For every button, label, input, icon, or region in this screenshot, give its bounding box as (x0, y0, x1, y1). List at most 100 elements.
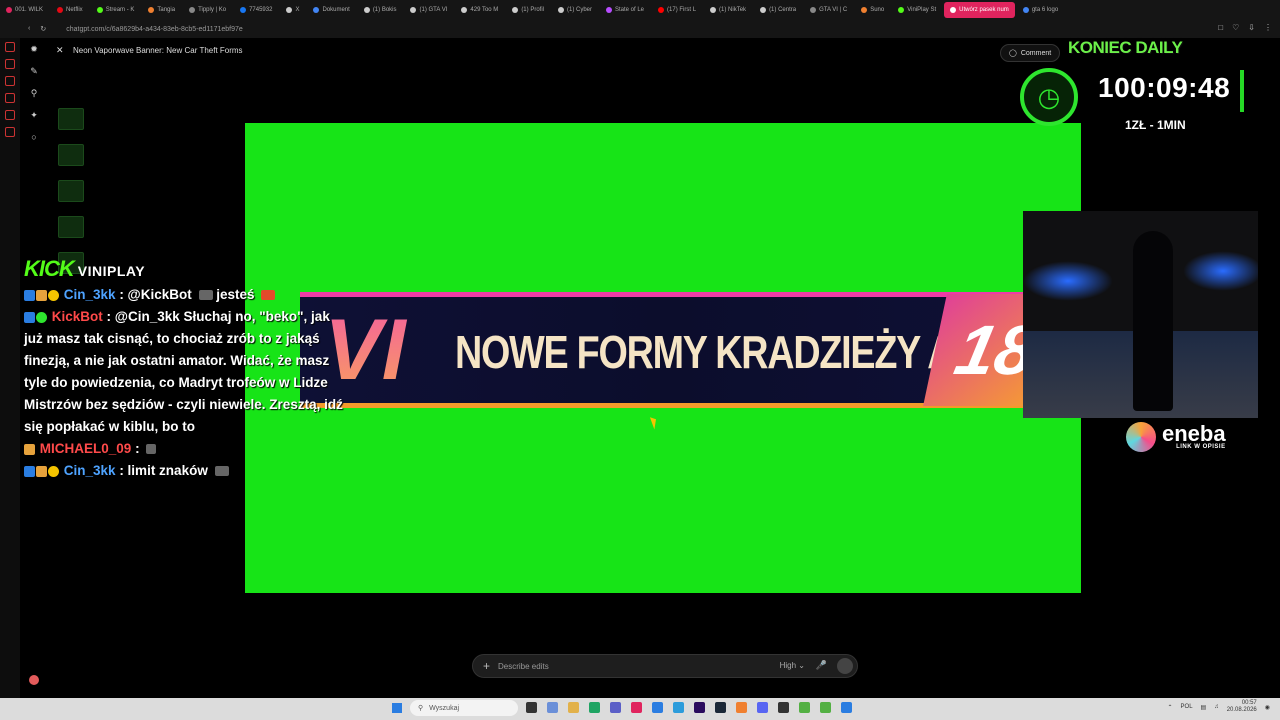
tab-favicon-icon (557, 7, 564, 13)
browser-tab[interactable]: Netflix (51, 2, 89, 18)
browser-side-rail (0, 38, 20, 702)
sponsor-logo: eneba LINK W OPISIE (1126, 422, 1226, 452)
edit-composer[interactable]: + Describe edits High ⌄ 🎤 (472, 654, 858, 678)
app-icon[interactable] (778, 702, 789, 713)
rail-app-icon[interactable] (5, 110, 15, 120)
thumbnail[interactable] (58, 180, 84, 202)
overlay-top-text: KONIEC DAILY (1068, 38, 1183, 57)
browser-tab[interactable]: Dokument (307, 2, 355, 18)
new-chat-icon[interactable]: ✎ (30, 66, 38, 77)
clock[interactable]: 00:57 20.08.2026 (1227, 700, 1257, 714)
app-icon[interactable] (820, 702, 831, 713)
app-icon[interactable] (547, 702, 558, 713)
chat-username: MICHAEL0_09 (39, 441, 132, 456)
back-icon[interactable]: ‹ (28, 25, 30, 33)
tab-label: Tangia (157, 7, 176, 13)
badge-icon (24, 289, 35, 301)
thumbnail[interactable] (58, 216, 84, 238)
search-icon[interactable]: ⚲ (31, 88, 38, 99)
browser-tab[interactable]: X (280, 2, 305, 18)
app-icon[interactable] (673, 702, 684, 713)
chat-message: KickBot : @Cin_3kk Słuchaj no, "beko", j… (24, 309, 343, 434)
banner-title: NOWE FORMY KRADZIEŻY AUTA (455, 326, 1026, 378)
download-icon[interactable]: ⇩ (1248, 23, 1255, 32)
taskbar-search[interactable]: ⚲ Wyszukaj (410, 700, 518, 716)
rail-app-icon[interactable] (5, 76, 15, 86)
tab-label: ViniPlay St (907, 7, 937, 13)
rail-app-icon[interactable] (5, 127, 15, 137)
kick-logo: KICK (24, 256, 75, 281)
quality-select[interactable]: High ⌄ (780, 661, 805, 670)
extension-icon[interactable]: □ (1218, 23, 1223, 32)
browser-tab[interactable]: (1) Centra (754, 2, 802, 18)
app-icon[interactable] (736, 702, 747, 713)
openai-logo-icon[interactable]: ✹ (30, 44, 38, 55)
opera-icon[interactable] (631, 702, 642, 713)
browser-tab[interactable]: gta 6 logo (1017, 2, 1064, 18)
tab-label: (1) Centra (769, 7, 797, 13)
notification-icon[interactable]: ◉ (1265, 704, 1270, 711)
browser-tab[interactable]: GTA VI | C (804, 2, 853, 18)
browser-tab[interactable]: (17) First L (652, 2, 702, 18)
composer-input[interactable]: Describe edits (498, 662, 549, 671)
tab-favicon-icon (950, 7, 957, 13)
volume-icon[interactable]: ♫ (1214, 704, 1219, 710)
reload-icon[interactable]: ↻ (40, 25, 46, 33)
language-indicator[interactable]: POL (1181, 704, 1193, 710)
browser-tab[interactable]: (1) GTA VI (404, 2, 453, 18)
app-icon[interactable] (799, 702, 810, 713)
task-view-icon[interactable] (526, 702, 537, 713)
browser-tab[interactable]: Tangia (142, 2, 181, 18)
mail-icon[interactable] (652, 702, 663, 713)
steam-icon[interactable] (715, 702, 726, 713)
verified-badge-icon (36, 311, 47, 323)
tab-favicon-icon (606, 7, 612, 13)
app-icon[interactable] (841, 702, 852, 713)
plus-icon[interactable]: + (483, 659, 490, 673)
teams-icon[interactable] (610, 702, 621, 713)
browser-tab[interactable]: (1) Profil (506, 2, 550, 18)
browser-tab[interactable]: ViniPlay St (892, 2, 942, 18)
browser-tab[interactable]: (1) Bokis (358, 2, 403, 18)
edge-icon[interactable] (589, 702, 600, 713)
chat-username: Cin_3kk (63, 463, 116, 478)
tab-label: 001. WILK (15, 7, 44, 13)
comment-button[interactable]: ◯ Comment (1000, 44, 1061, 62)
tab-label: X (295, 7, 300, 13)
pin-icon[interactable]: ✦ (30, 110, 38, 121)
browser-tab[interactable]: Suno (855, 2, 890, 18)
browser-tab[interactable]: 001. WILK (0, 2, 49, 18)
send-button[interactable] (837, 658, 853, 674)
browser-tab[interactable]: Tipply | Ko (183, 2, 232, 18)
windows-start-icon[interactable] (392, 703, 402, 713)
chat-bubble-icon[interactable]: ○ (31, 132, 36, 142)
rail-app-icon[interactable] (5, 59, 15, 69)
close-icon[interactable]: ✕ (56, 45, 64, 56)
browser-tab[interactable]: (1) Cyber (552, 2, 598, 18)
microphone-icon[interactable]: 🎤 (816, 660, 827, 671)
url-field[interactable]: chatgpt.com/c/6a8629b4-a434-83eb-8cb5-ed… (66, 26, 243, 33)
thumbnail[interactable] (58, 108, 84, 130)
browser-tab[interactable]: Stream - K (91, 2, 141, 18)
search-icon: ⚲ (418, 705, 424, 712)
discord-icon[interactable] (757, 702, 768, 713)
folder-icon[interactable] (568, 702, 579, 713)
rail-app-icon[interactable] (5, 93, 15, 103)
menu-icon[interactable]: ⋮ (1264, 23, 1272, 32)
tab-favicon-icon (861, 7, 868, 13)
bookmark-icon[interactable]: ♡ (1232, 23, 1239, 32)
tab-favicon-icon (461, 7, 468, 13)
thumbnail[interactable] (58, 144, 84, 166)
browser-tab[interactable]: 429 Too M (455, 2, 504, 18)
browser-tab[interactable]: State of Le (600, 2, 650, 18)
browser-tab[interactable]: (1) NikTek (704, 2, 752, 18)
browser-tab[interactable]: Utwórz pasek num (944, 2, 1015, 18)
sponsor-name: eneba (1162, 421, 1226, 446)
network-icon[interactable]: ▤ (1201, 704, 1207, 711)
app-icon[interactable] (694, 702, 705, 713)
rail-app-icon[interactable] (5, 42, 15, 52)
tab-favicon-icon (148, 7, 155, 13)
chevron-up-icon[interactable]: ⌃ (1168, 704, 1173, 711)
browser-tab[interactable]: 7745932 (234, 2, 278, 18)
webcam-feed (1023, 211, 1258, 418)
